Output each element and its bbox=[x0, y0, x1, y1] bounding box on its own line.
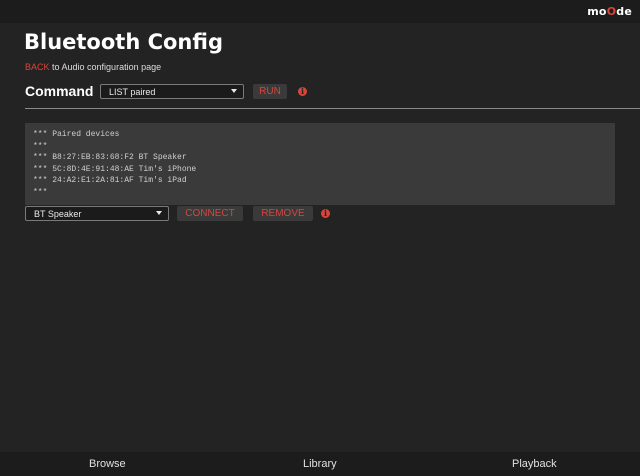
back-link[interactable]: BACK bbox=[25, 62, 50, 72]
run-button[interactable]: RUN bbox=[253, 84, 287, 99]
page-title: Bluetooth Config bbox=[24, 30, 223, 54]
bottom-nav: Browse Library Playback bbox=[0, 452, 640, 476]
back-line: BACK to Audio configuration page bbox=[25, 62, 161, 72]
output-line: *** bbox=[33, 187, 48, 197]
command-output: *** Paired devices *** *** B8:27:EB:83:6… bbox=[25, 123, 615, 205]
top-bar: moOde bbox=[0, 0, 640, 23]
divider bbox=[25, 108, 640, 109]
output-line: *** Paired devices bbox=[33, 130, 120, 139]
connect-button[interactable]: CONNECT bbox=[177, 206, 243, 221]
nav-library[interactable]: Library bbox=[303, 458, 337, 470]
info-icon[interactable]: i bbox=[321, 209, 330, 218]
nav-browse[interactable]: Browse bbox=[89, 458, 126, 470]
chevron-down-icon bbox=[156, 211, 162, 215]
moode-logo[interactable]: moOde bbox=[587, 5, 632, 18]
output-line: *** bbox=[33, 141, 48, 151]
back-text: to Audio configuration page bbox=[49, 62, 162, 72]
command-label: Command bbox=[25, 83, 94, 99]
output-line: *** 5C:8D:4E:91:48:AE Tim's iPhone bbox=[33, 164, 197, 174]
remove-button[interactable]: REMOVE bbox=[253, 206, 313, 221]
logo-part-3: de bbox=[616, 5, 632, 18]
info-icon[interactable]: i bbox=[298, 87, 307, 96]
device-select-value: BT Speaker bbox=[34, 209, 82, 219]
logo-part-1: mo bbox=[587, 5, 607, 18]
command-row: Command LIST paired RUN i bbox=[25, 83, 625, 101]
command-select[interactable]: LIST paired bbox=[100, 84, 244, 99]
chevron-down-icon bbox=[231, 89, 237, 93]
device-row: BT Speaker CONNECT REMOVE i bbox=[25, 206, 625, 222]
nav-playback[interactable]: Playback bbox=[512, 458, 557, 470]
output-line: *** 24:A2:E1:2A:81:AF Tim's iPad bbox=[33, 176, 187, 186]
device-select[interactable]: BT Speaker bbox=[25, 206, 169, 221]
command-select-value: LIST paired bbox=[109, 87, 156, 97]
logo-part-2: O bbox=[606, 5, 617, 18]
output-line: *** B8:27:EB:83:68:F2 BT Speaker bbox=[33, 153, 187, 163]
